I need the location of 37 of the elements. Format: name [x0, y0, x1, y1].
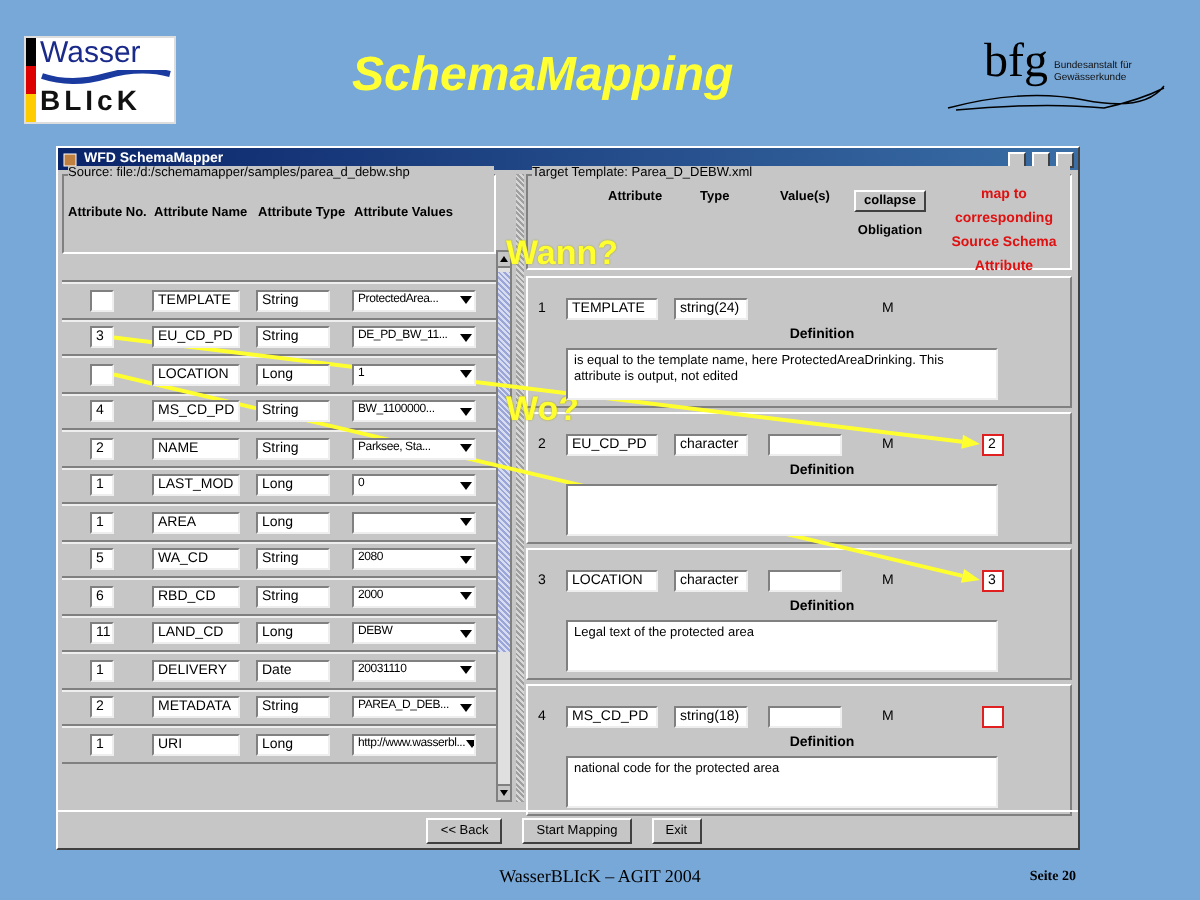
- caret-icon: [460, 629, 472, 638]
- wave-icon: [40, 70, 172, 84]
- scroll-thumb[interactable]: [498, 272, 510, 652]
- close-button[interactable]: [1056, 151, 1074, 167]
- caret-icon: [460, 592, 472, 601]
- map-field[interactable]: [982, 705, 1004, 727]
- logo-text: bfg: [984, 40, 1048, 84]
- caret-icon: [460, 481, 472, 490]
- caret-icon: [465, 740, 474, 749]
- logo-text: BLIcK: [40, 84, 143, 116]
- logo-text: Wasser: [40, 38, 143, 70]
- input-field[interactable]: [768, 433, 842, 455]
- minimize-button[interactable]: [1008, 151, 1026, 167]
- input-field[interactable]: [768, 705, 842, 727]
- caret-icon: [460, 444, 472, 453]
- number-field[interactable]: [90, 289, 114, 312]
- definition-field[interactable]: [566, 484, 998, 536]
- number-field[interactable]: [90, 363, 114, 386]
- caret-icon: [460, 666, 472, 675]
- caret-icon: [460, 703, 472, 712]
- dropdown[interactable]: [352, 511, 476, 534]
- swoosh-icon: [944, 84, 1168, 112]
- flag-icon: [26, 38, 36, 122]
- footer-text: WasserBLIcK – AGIT 2004: [499, 865, 701, 885]
- up-arrow-icon[interactable]: [500, 256, 508, 262]
- annotation-label: Wann?: [506, 234, 619, 274]
- caret-icon: [460, 407, 472, 416]
- maximize-button[interactable]: [1032, 151, 1050, 167]
- caret-icon: [460, 370, 472, 379]
- caret-icon: [460, 555, 472, 564]
- down-arrow-icon[interactable]: [500, 790, 508, 796]
- caret-icon: [460, 296, 472, 305]
- input-field[interactable]: [768, 569, 842, 591]
- caret-icon: [460, 333, 472, 342]
- caret-icon: [460, 518, 472, 527]
- slide-title: SchemaMapping: [352, 48, 734, 104]
- app-icon: [62, 151, 78, 167]
